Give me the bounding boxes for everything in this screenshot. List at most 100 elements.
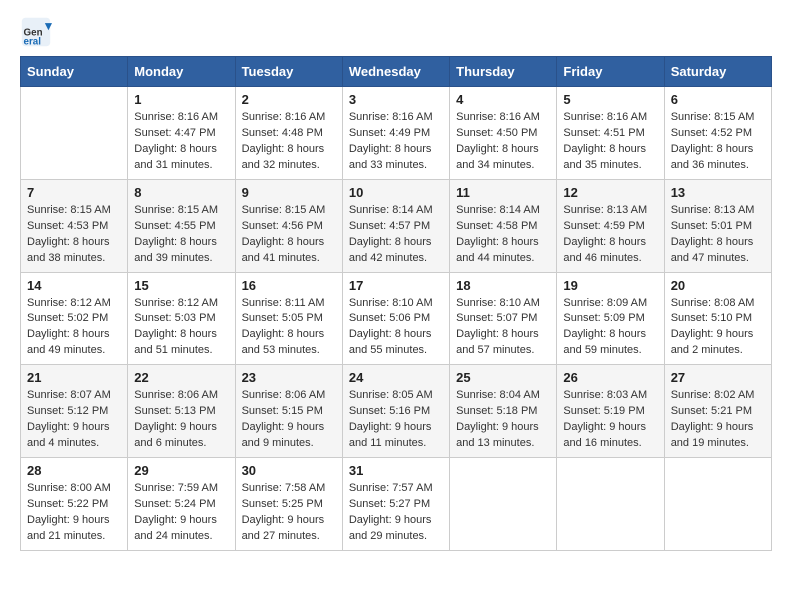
- day-number: 16: [242, 278, 336, 293]
- day-of-week-header: Friday: [557, 57, 664, 87]
- day-number: 30: [242, 463, 336, 478]
- calendar-day-cell: 19 Sunrise: 8:09 AM Sunset: 5:09 PM Dayli…: [557, 272, 664, 365]
- day-number: 24: [349, 370, 443, 385]
- calendar-day-cell: 26Sunrise: 8:03 AM Sunset: 5:19 PM Dayli…: [557, 365, 664, 458]
- day-info: Sunrise: 8:12 AM Sunset: 5:03 PM Dayligh…: [134, 296, 228, 360]
- calendar-header-row: SundayMondayTuesdayWednesdayThursdayFrid…: [21, 57, 772, 87]
- calendar-day-cell: 15 Sunrise: 8:12 AM Sunset: 5:03 PM Dayli…: [128, 272, 235, 365]
- day-number: 17: [349, 278, 443, 293]
- calendar-day-cell: 6 Sunrise: 8:15 AM Sunset: 4:52 PM Daylig…: [664, 87, 771, 180]
- day-info: Sunrise: 8:06 AM Sunset: 5:15 PM Dayligh…: [242, 388, 336, 452]
- calendar-day-cell: 30Sunrise: 7:58 AM Sunset: 5:25 PM Dayli…: [235, 458, 342, 551]
- calendar-week-row: 7 Sunrise: 8:15 AM Sunset: 4:53 PM Daylig…: [21, 179, 772, 272]
- day-info: Sunrise: 8:15 AM Sunset: 4:53 PM Dayligh…: [27, 203, 121, 267]
- calendar-day-cell: 1Sunrise: 8:16 AM Sunset: 4:47 PM Daylig…: [128, 87, 235, 180]
- day-number: 3: [349, 92, 443, 107]
- day-info: Sunrise: 8:14 AM Sunset: 4:58 PM Dayligh…: [456, 203, 550, 267]
- day-info: Sunrise: 8:05 AM Sunset: 5:16 PM Dayligh…: [349, 388, 443, 452]
- calendar-day-cell: 28Sunrise: 8:00 AM Sunset: 5:22 PM Dayli…: [21, 458, 128, 551]
- day-number: 15: [134, 278, 228, 293]
- calendar-day-cell: 20 Sunrise: 8:08 AM Sunset: 5:10 PM Dayli…: [664, 272, 771, 365]
- calendar-day-cell: 23 Sunrise: 8:06 AM Sunset: 5:15 PM Dayli…: [235, 365, 342, 458]
- calendar-week-row: 1Sunrise: 8:16 AM Sunset: 4:47 PM Daylig…: [21, 87, 772, 180]
- day-number: 4: [456, 92, 550, 107]
- calendar-day-cell: 13 Sunrise: 8:13 AM Sunset: 5:01 PM Dayli…: [664, 179, 771, 272]
- day-info: Sunrise: 8:08 AM Sunset: 5:10 PM Dayligh…: [671, 296, 765, 360]
- calendar-day-cell: 10 Sunrise: 8:14 AM Sunset: 4:57 PM Dayli…: [342, 179, 449, 272]
- day-of-week-header: Saturday: [664, 57, 771, 87]
- day-info: Sunrise: 8:11 AM Sunset: 5:05 PM Dayligh…: [242, 296, 336, 360]
- day-number: 21: [27, 370, 121, 385]
- day-info: Sunrise: 8:12 AM Sunset: 5:02 PM Dayligh…: [27, 296, 121, 360]
- page: Gen eral SundayMondayTuesdayWednesdayThu…: [0, 0, 792, 571]
- day-info: Sunrise: 8:10 AM Sunset: 5:07 PM Dayligh…: [456, 296, 550, 360]
- calendar-day-cell: [450, 458, 557, 551]
- day-number: 25: [456, 370, 550, 385]
- day-info: Sunrise: 8:00 AM Sunset: 5:22 PM Dayligh…: [27, 481, 121, 545]
- day-number: 27: [671, 370, 765, 385]
- day-number: 7: [27, 185, 121, 200]
- day-info: Sunrise: 8:13 AM Sunset: 4:59 PM Dayligh…: [563, 203, 657, 267]
- day-info: Sunrise: 8:09 AM Sunset: 5:09 PM Dayligh…: [563, 296, 657, 360]
- day-info: Sunrise: 8:16 AM Sunset: 4:51 PM Dayligh…: [563, 110, 657, 174]
- day-of-week-header: Sunday: [21, 57, 128, 87]
- day-info: Sunrise: 8:06 AM Sunset: 5:13 PM Dayligh…: [134, 388, 228, 452]
- logo: Gen eral: [20, 16, 56, 48]
- day-number: 10: [349, 185, 443, 200]
- logo-icon: Gen eral: [20, 16, 52, 48]
- day-number: 5: [563, 92, 657, 107]
- day-info: Sunrise: 8:14 AM Sunset: 4:57 PM Dayligh…: [349, 203, 443, 267]
- day-info: Sunrise: 8:16 AM Sunset: 4:49 PM Dayligh…: [349, 110, 443, 174]
- day-number: 26: [563, 370, 657, 385]
- day-info: Sunrise: 8:07 AM Sunset: 5:12 PM Dayligh…: [27, 388, 121, 452]
- calendar-day-cell: 27 Sunrise: 8:02 AM Sunset: 5:21 PM Dayli…: [664, 365, 771, 458]
- calendar-day-cell: 29 Sunrise: 7:59 AM Sunset: 5:24 PM Dayli…: [128, 458, 235, 551]
- svg-text:eral: eral: [24, 36, 42, 47]
- calendar-table: SundayMondayTuesdayWednesdayThursdayFrid…: [20, 56, 772, 551]
- day-info: Sunrise: 7:59 AM Sunset: 5:24 PM Dayligh…: [134, 481, 228, 545]
- day-info: Sunrise: 8:15 AM Sunset: 4:52 PM Dayligh…: [671, 110, 765, 174]
- calendar-day-cell: 25Sunrise: 8:04 AM Sunset: 5:18 PM Dayli…: [450, 365, 557, 458]
- calendar-day-cell: 8 Sunrise: 8:15 AM Sunset: 4:55 PM Daylig…: [128, 179, 235, 272]
- day-of-week-header: Monday: [128, 57, 235, 87]
- day-info: Sunrise: 8:10 AM Sunset: 5:06 PM Dayligh…: [349, 296, 443, 360]
- day-info: Sunrise: 8:16 AM Sunset: 4:47 PM Dayligh…: [134, 110, 228, 174]
- day-info: Sunrise: 7:57 AM Sunset: 5:27 PM Dayligh…: [349, 481, 443, 545]
- day-info: Sunrise: 8:13 AM Sunset: 5:01 PM Dayligh…: [671, 203, 765, 267]
- calendar-day-cell: 24 Sunrise: 8:05 AM Sunset: 5:16 PM Dayli…: [342, 365, 449, 458]
- day-of-week-header: Wednesday: [342, 57, 449, 87]
- calendar-day-cell: 5 Sunrise: 8:16 AM Sunset: 4:51 PM Daylig…: [557, 87, 664, 180]
- calendar-day-cell: [21, 87, 128, 180]
- day-info: Sunrise: 8:16 AM Sunset: 4:48 PM Dayligh…: [242, 110, 336, 174]
- calendar-day-cell: 18Sunrise: 8:10 AM Sunset: 5:07 PM Dayli…: [450, 272, 557, 365]
- day-number: 9: [242, 185, 336, 200]
- calendar-day-cell: 14 Sunrise: 8:12 AM Sunset: 5:02 PM Dayli…: [21, 272, 128, 365]
- calendar-day-cell: 17 Sunrise: 8:10 AM Sunset: 5:06 PM Dayli…: [342, 272, 449, 365]
- day-info: Sunrise: 8:02 AM Sunset: 5:21 PM Dayligh…: [671, 388, 765, 452]
- calendar-day-cell: 4Sunrise: 8:16 AM Sunset: 4:50 PM Daylig…: [450, 87, 557, 180]
- calendar-day-cell: [557, 458, 664, 551]
- calendar-day-cell: 12Sunrise: 8:13 AM Sunset: 4:59 PM Dayli…: [557, 179, 664, 272]
- day-number: 14: [27, 278, 121, 293]
- day-number: 13: [671, 185, 765, 200]
- day-info: Sunrise: 8:15 AM Sunset: 4:55 PM Dayligh…: [134, 203, 228, 267]
- calendar-week-row: 21 Sunrise: 8:07 AM Sunset: 5:12 PM Dayli…: [21, 365, 772, 458]
- day-info: Sunrise: 8:15 AM Sunset: 4:56 PM Dayligh…: [242, 203, 336, 267]
- day-number: 20: [671, 278, 765, 293]
- day-number: 23: [242, 370, 336, 385]
- calendar-week-row: 28Sunrise: 8:00 AM Sunset: 5:22 PM Dayli…: [21, 458, 772, 551]
- day-number: 8: [134, 185, 228, 200]
- day-number: 11: [456, 185, 550, 200]
- day-number: 29: [134, 463, 228, 478]
- calendar-week-row: 14 Sunrise: 8:12 AM Sunset: 5:02 PM Dayli…: [21, 272, 772, 365]
- day-of-week-header: Thursday: [450, 57, 557, 87]
- calendar-day-cell: [664, 458, 771, 551]
- calendar-day-cell: 11 Sunrise: 8:14 AM Sunset: 4:58 PM Dayli…: [450, 179, 557, 272]
- day-number: 31: [349, 463, 443, 478]
- calendar-day-cell: 2Sunrise: 8:16 AM Sunset: 4:48 PM Daylig…: [235, 87, 342, 180]
- calendar-day-cell: 21 Sunrise: 8:07 AM Sunset: 5:12 PM Dayli…: [21, 365, 128, 458]
- day-number: 19: [563, 278, 657, 293]
- header: Gen eral: [20, 16, 772, 48]
- calendar-day-cell: 7 Sunrise: 8:15 AM Sunset: 4:53 PM Daylig…: [21, 179, 128, 272]
- day-number: 6: [671, 92, 765, 107]
